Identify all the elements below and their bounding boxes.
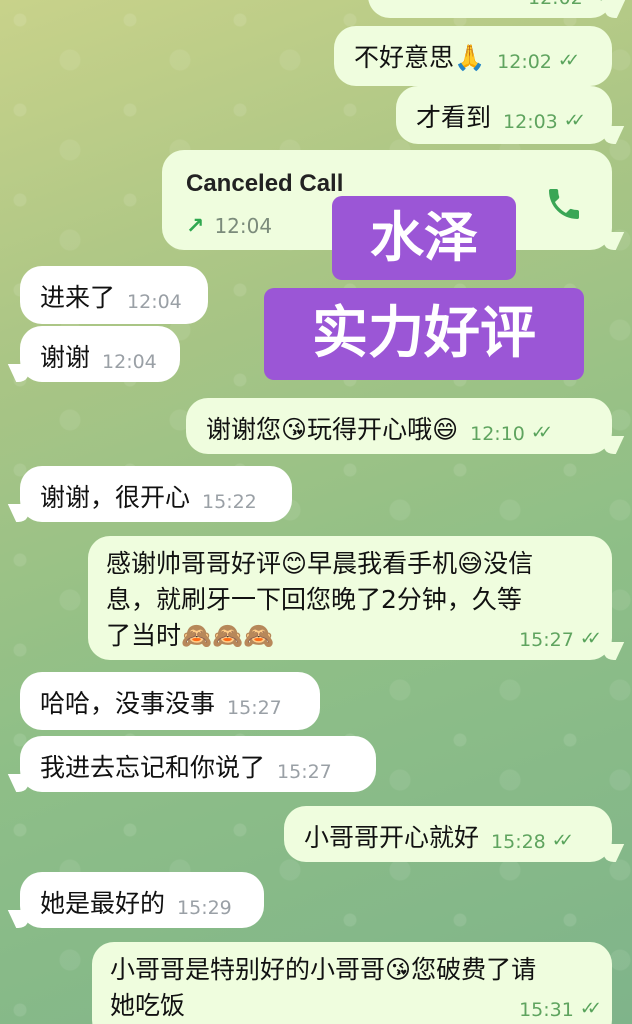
message-time: 12:04	[102, 351, 157, 373]
message-bubble[interactable]: 谢谢 12:04	[20, 326, 180, 382]
message-time: 12:02	[497, 51, 552, 73]
read-checkmarks-icon: ✓✓	[557, 50, 580, 71]
message-bubble[interactable]: 小哥哥开心就好 15:28 ✓✓	[284, 806, 612, 862]
message-bubble[interactable]: 谢谢，很开心 15:22	[20, 466, 292, 522]
message-text: 才看到	[416, 103, 492, 132]
message-time: 12:10	[470, 423, 525, 445]
message-bubble[interactable]: 小哥哥是特别好的小哥哥😘您破费了请 她吃饭 15:31 ✓✓	[92, 942, 612, 1024]
message-bubble[interactable]: 她是最好的 15:29	[20, 872, 264, 928]
message-text: 她是最好的	[40, 889, 166, 918]
message-text: 哈哈，没事没事	[40, 689, 216, 718]
phone-icon[interactable]	[544, 184, 584, 224]
outgoing-call-arrow-icon: ↗	[186, 214, 205, 239]
read-checkmarks-icon: ✓✓	[579, 628, 602, 649]
message-text: 小哥哥开心就好	[304, 823, 480, 852]
read-checkmarks-icon: ✓✓	[597, 0, 619, 15]
message-time: 15:27	[277, 761, 332, 783]
read-checkmarks-icon: ✓✓	[551, 830, 574, 851]
message-text: 进来了	[40, 283, 116, 312]
message-bubble[interactable]: 感谢帅哥哥好评😊早晨我看手机😅没信 息，就刷牙一下回您晚了2分钟，久等 了当时🙈…	[88, 536, 612, 660]
message-time: 15:29	[177, 897, 232, 919]
read-checkmarks-icon: ✓✓	[563, 110, 586, 131]
message-bubble[interactable]: 哈哈，没事没事 15:27	[20, 672, 320, 730]
message-text: 谢谢，很开心	[40, 483, 191, 512]
message-bubble[interactable]: 才看到 12:03 ✓✓	[396, 86, 612, 144]
message-text: 息，就刷牙一下回您晚了2分钟，久等	[106, 585, 522, 614]
message-time: 12:04	[214, 214, 273, 238]
message-time: 15:28	[491, 831, 546, 853]
message-text: 我进去忘记和你说了	[40, 753, 266, 782]
message-text: 了当时🙈🙈🙈	[106, 621, 275, 650]
read-checkmarks-icon: ✓✓	[579, 998, 602, 1019]
message-time: 15:22	[202, 491, 257, 513]
message-text: 不好意思🙏	[354, 43, 486, 72]
message-text: 小哥哥是特别好的小哥哥😘您破费了请	[110, 955, 537, 984]
message-time: 15:27	[519, 629, 574, 651]
message-time: 12:02	[528, 0, 583, 16]
message-text: 她吃饭	[110, 991, 186, 1020]
message-bubble[interactable]: 12:02 ✓✓	[368, 0, 619, 18]
read-checkmarks-icon: ✓✓	[530, 422, 553, 443]
message-text: 谢谢	[40, 343, 91, 372]
promo-overlay-line1: 水泽	[332, 196, 516, 280]
promo-overlay-line2: 实力好评	[264, 288, 584, 380]
message-bubble[interactable]: 我进去忘记和你说了 15:27	[20, 736, 376, 792]
message-time: 12:03	[503, 111, 558, 133]
message-bubble[interactable]: 谢谢您😘玩得开心哦😄 12:10 ✓✓	[186, 398, 612, 454]
message-time: 15:31	[519, 999, 574, 1021]
message-bubble[interactable]: 不好意思🙏 12:02 ✓✓	[334, 26, 612, 86]
message-text: 感谢帅哥哥好评😊早晨我看手机😅没信	[106, 549, 534, 578]
message-bubble[interactable]: 进来了 12:04	[20, 266, 208, 324]
message-time: 12:04	[127, 291, 182, 313]
message-time: 15:27	[227, 697, 282, 719]
message-text: 谢谢您😘玩得开心哦😄	[206, 415, 459, 444]
